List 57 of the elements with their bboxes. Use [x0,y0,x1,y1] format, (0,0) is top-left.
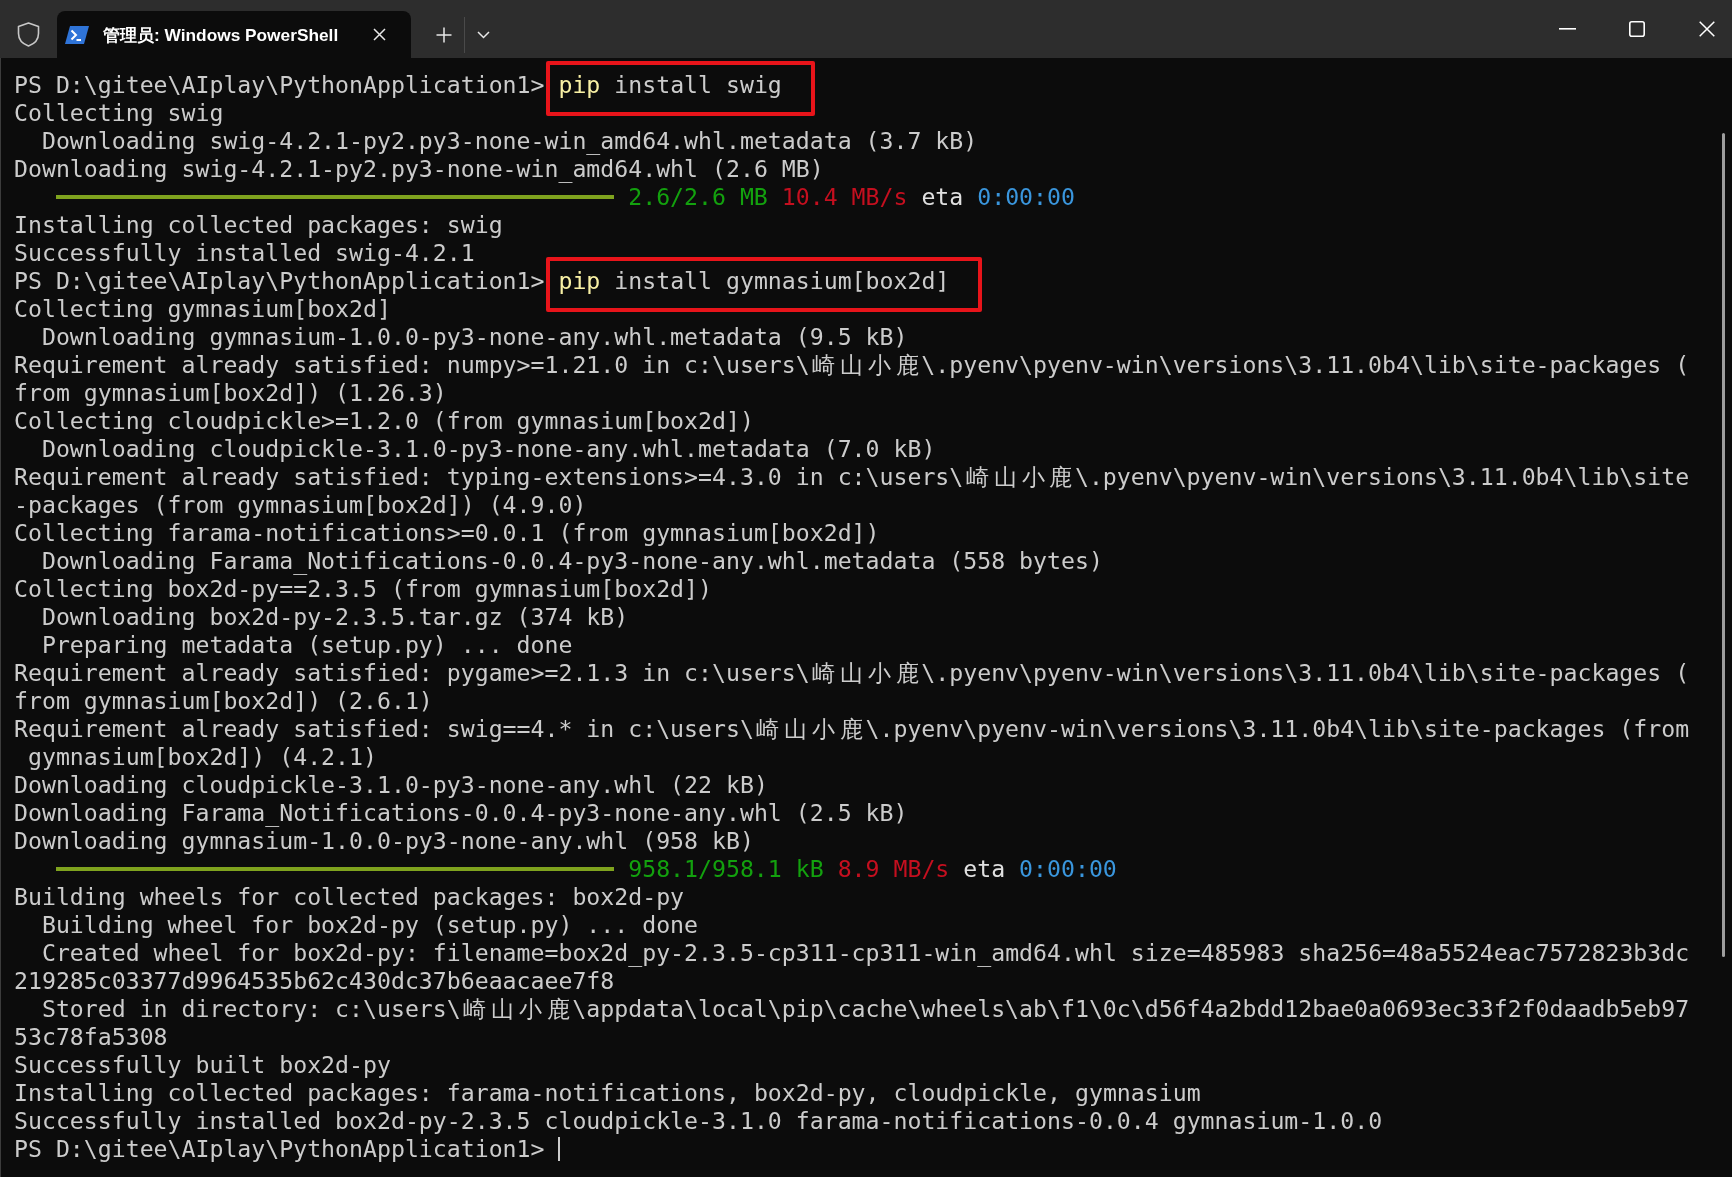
output-line: Installing collected packages: swig [14,211,503,239]
maximize-icon [1629,21,1645,37]
output-line: Successfully installed swig-4.2.1 [14,239,475,267]
output-line: Downloading Farama_Notifications-0.0.4-py3-none-any.whl.metadata (558 bytes) [40,547,1103,575]
output-line: gymnasium[box2d]) (4.2.1) [26,743,377,771]
output-line: Requirement already satisfied: numpy>=1.21.0 in c:\users\崎山小鹿\.pyenv\pyenv-win\versions\3.11.0b4\lib\site-packages ( [14,351,1690,379]
output-line: Collecting swig [14,99,224,127]
download-size: 958.1/958.1 kB [628,855,824,883]
command-text: pip install gymnasium[box2d] [558,267,950,295]
plus-icon [436,26,452,43]
output-line: Successfully installed box2d-py-2.3.5 cloudpickle-3.1.0 farama-notifications-0.0.4 gymnasium-1.0.0 [14,1107,1383,1135]
output-line: Collecting farama-notifications>=0.0.1 (from gymnasium[box2d]) [14,519,880,547]
download-size: 2.6/2.6 MB [628,183,768,211]
output-line: Downloading box2d-py-2.3.5.tar.gz (374 kB) [40,603,629,631]
prompt-text: PS D:\gitee\AIplay\PythonApplication1> [14,71,545,99]
chevron-down-icon [476,30,490,39]
powershell-icon [65,25,89,44]
output-line: Requirement already satisfied: typing-extensions>=4.3.0 in c:\users\崎山小鹿\.pyenv\pyenv-win\versions\3.11.0b4\lib\site [14,463,1690,491]
eta-time: 0:00:00 [977,183,1075,211]
output-line: Building wheels for collected packages: box2d-py [14,883,685,911]
close-icon [372,28,386,41]
output-line: -packages (from gymnasium[box2d]) (4.9.0) [14,491,587,519]
eta-time: 0:00:00 [1019,855,1117,883]
eta-label: eta [963,855,1006,883]
output-line: Stored in directory: c:\users\崎山小鹿\appdata\local\pip\cache\wheels\ab\f1\0c\d56f4a2bdd12bae0a0693ec33f2f0daadb5eb97 [40,995,1690,1023]
output-line: Collecting gymnasium[box2d] [14,295,391,323]
output-line: Downloading cloudpickle-3.1.0-py3-none-any.whl (22 kB) [14,771,768,799]
output-line: Building wheel for box2d-py (setup.py) ... done [40,911,699,939]
output-line: from gymnasium[box2d]) (1.26.3) [14,379,447,407]
output-line: Downloading cloudpickle-3.1.0-py3-none-any.whl.metadata (7.0 kB) [40,435,936,463]
minimize-icon [1558,28,1576,30]
output-line: Downloading gymnasium-1.0.0-py3-none-any.whl.metadata (9.5 kB) [40,323,908,351]
output-line: from gymnasium[box2d]) (2.6.1) [14,687,433,715]
terminal-tab[interactable]: 管理员: Windows PowerShell [57,11,411,58]
output-line: 219285c03377d9964535b62c430dc37b6eaacaee7f8 [14,967,615,995]
output-line: Created wheel for box2d-py: filename=box2d_py-2.3.5-cp311-cp311-win_amd64.whl size=485983 sha256=48a5524eac7572823b3dc [40,939,1690,967]
output-line: Collecting box2d-py==2.3.5 (from gymnasium[box2d]) [14,575,712,603]
output-line: Requirement already satisfied: swig==4.* in c:\users\崎山小鹿\.pyenv\pyenv-win\versions\3.11.0b4\lib\site-packages (from [14,715,1690,743]
close-icon [1699,21,1715,37]
prompt-text: PS D:\gitee\AIplay\PythonApplication1> [14,267,545,295]
download-speed: 8.9 MB/s [837,855,950,883]
output-line: Downloading swig-4.2.1-py2.py3-none-win_amd64.whl (2.6 MB) [14,155,824,183]
download-speed: 10.4 MB/s [781,183,908,211]
output-line: Preparing metadata (setup.py) ... done [40,631,573,659]
output-line: Downloading gymnasium-1.0.0-py3-none-any.whl (958 kB) [14,827,754,855]
output-line: Successfully built box2d-py [14,1051,391,1079]
command-text: pip install swig [558,71,782,99]
output-line: Requirement already satisfied: pygame>=2.1.3 in c:\users\崎山小鹿\.pyenv\pyenv-win\versions\3.11.0b4\lib\site-packages ( [14,659,1690,687]
output-line: Installing collected packages: farama-notifications, box2d-py, cloudpickle, gymnasium [14,1079,1201,1107]
output-line: Collecting cloudpickle>=1.2.0 (from gymnasium[box2d]) [14,407,754,435]
prompt-text: PS D:\gitee\AIplay\PythonApplication1> [14,1135,545,1163]
output-line: Downloading Farama_Notifications-0.0.4-py3-none-any.whl (2.5 kB) [14,799,908,827]
output-line: Downloading swig-4.2.1-py2.py3-none-win_amd64.whl.metadata (3.7 kB) [40,127,978,155]
scrollbar-thumb[interactable] [1722,133,1725,957]
output-line: 53c78fa5308 [14,1023,168,1051]
eta-label: eta [921,183,964,211]
shield-icon [17,22,40,47]
